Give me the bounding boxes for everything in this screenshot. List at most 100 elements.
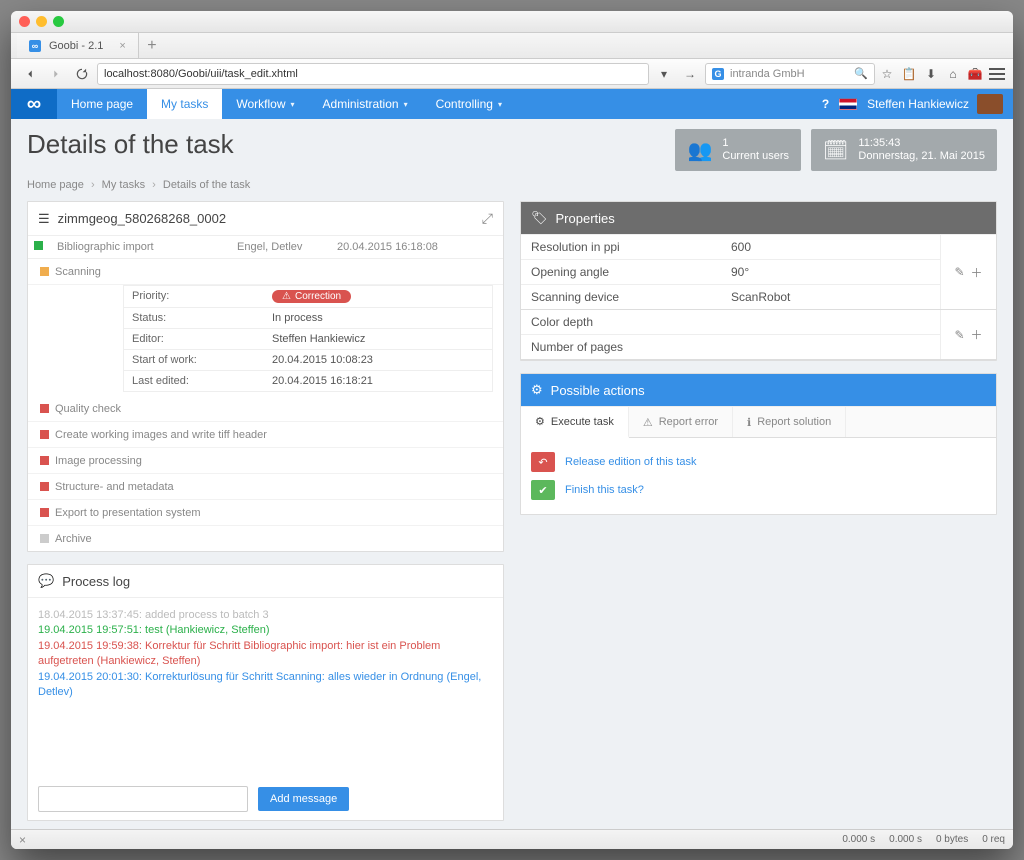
warning-icon: ⚠	[643, 416, 653, 429]
current-users-box: 👥 1Current users	[675, 129, 801, 171]
task-step-item: Export to presentation system	[28, 500, 503, 526]
bookmark-icon[interactable]: ☆	[879, 66, 895, 82]
toolbox-icon[interactable]: 🧰	[967, 66, 983, 82]
avatar	[977, 94, 1003, 114]
info-icon: ℹ	[747, 416, 751, 429]
edit-icon[interactable]: ✎	[954, 328, 964, 342]
window-close[interactable]	[19, 16, 30, 27]
search-engine-icon: G	[712, 68, 724, 80]
property-row: Scanning deviceScanRobot	[521, 285, 940, 309]
add-icon[interactable]: ＋	[971, 326, 983, 343]
nav-workflow[interactable]: Workflow▾	[222, 89, 308, 119]
status-square-icon	[40, 534, 49, 543]
collapse-icon[interactable]: ⤢	[482, 210, 493, 227]
properties-panel: 🏷 Properties Resolution in ppi600Opening…	[520, 201, 997, 361]
forward-button[interactable]	[45, 63, 67, 85]
tag-icon: 🏷	[531, 210, 548, 226]
browser-toolbar: ▾ → G intranda GmbH 🔍 ☆ 📋 ⬇ ⌂ 🧰	[11, 59, 1013, 89]
chat-icon: 💬	[38, 573, 54, 589]
log-line: 19.04.2015 19:59:38: Korrektur für Schri…	[38, 639, 493, 670]
users-icon: 👥	[687, 138, 712, 163]
crumb-mytasks[interactable]: My tasks	[102, 179, 145, 191]
properties-title: Properties	[556, 211, 615, 226]
page-title: Details of the task	[27, 129, 665, 160]
dropdown-icon[interactable]: ▾	[653, 63, 675, 85]
crumb-home[interactable]: Home page	[27, 179, 84, 191]
status-square-icon	[40, 404, 49, 413]
language-flag-icon[interactable]	[839, 98, 857, 110]
go-button[interactable]: →	[679, 63, 701, 85]
log-line: 18.04.2015 13:37:45: added process to ba…	[38, 608, 493, 623]
action-release[interactable]: ↶ Release edition of this task	[531, 448, 986, 476]
calendar-icon: 🗓	[823, 138, 848, 163]
crumb-current: Details of the task	[163, 179, 250, 191]
nav-admin[interactable]: Administration▾	[309, 89, 422, 119]
status-square-icon	[40, 482, 49, 491]
window-minimize[interactable]	[36, 16, 47, 27]
action-finish[interactable]: ✔ Finish this task?	[531, 476, 986, 504]
favicon-icon: ∞	[29, 40, 41, 52]
top-nav: ∞ Home page My tasks Workflow▾ Administr…	[11, 89, 1013, 119]
task-panel-title: zimmgeog_580268268_0002	[58, 211, 226, 226]
check-icon: ✔	[531, 480, 555, 500]
status-metric: 0.000 s	[889, 834, 922, 845]
browser-tabbar: ∞ Goobi - 2.1 × +	[11, 33, 1013, 59]
browser-tab[interactable]: ∞ Goobi - 2.1 ×	[17, 33, 139, 58]
gear-icon: ⚙	[531, 382, 543, 398]
task-panel: ☰ zimmgeog_580268268_0002 ⤢ Bibliographi…	[27, 201, 504, 552]
tab-report-solution[interactable]: ℹReport solution	[733, 407, 846, 437]
search-box[interactable]: G intranda GmbH 🔍	[705, 63, 875, 85]
actions-panel: ⚙ Possible actions ⚙Execute task ⚠Report…	[520, 373, 997, 515]
task-step-item: Image processing	[28, 448, 503, 474]
edit-icon[interactable]: ✎	[954, 265, 964, 279]
url-input[interactable]	[97, 63, 649, 85]
user-menu[interactable]: Steffen Hankiewicz	[867, 94, 1003, 114]
help-icon[interactable]: ?	[822, 97, 829, 111]
task-step-item: Quality check	[28, 396, 503, 422]
status-metric: 0 req	[982, 834, 1005, 845]
correction-badge: ⚠Correction	[272, 290, 351, 303]
undo-icon: ↶	[531, 452, 555, 472]
back-button[interactable]	[19, 63, 41, 85]
nav-controlling[interactable]: Controlling▾	[422, 89, 516, 119]
tab-report-error[interactable]: ⚠Report error	[629, 407, 733, 437]
status-square-icon	[40, 267, 49, 276]
datetime-box: 🗓 11:35:43Donnerstag, 21. Mai 2015	[811, 129, 997, 171]
list-icon: ☰	[38, 211, 50, 227]
add-message-button[interactable]: Add message	[258, 787, 349, 811]
status-square-icon	[34, 241, 43, 250]
new-tab-button[interactable]: +	[139, 33, 165, 58]
property-row: Opening angle90°	[521, 260, 940, 285]
app-logo[interactable]: ∞	[11, 89, 57, 119]
tab-execute[interactable]: ⚙Execute task	[521, 407, 629, 438]
status-square-icon	[40, 430, 49, 439]
breadcrumb: Home page › My tasks › Details of the ta…	[11, 175, 1013, 201]
task-step-item: Create working images and write tiff hea…	[28, 422, 503, 448]
add-icon[interactable]: ＋	[971, 264, 983, 281]
property-row: Resolution in ppi600	[521, 235, 940, 260]
window-maximize[interactable]	[53, 16, 64, 27]
clipboard-icon[interactable]: 📋	[901, 66, 917, 82]
tab-title: Goobi - 2.1	[49, 40, 103, 52]
warning-icon: ⚠	[282, 291, 291, 302]
log-line: 19.04.2015 20:01:30: Korrekturlösung für…	[38, 670, 493, 701]
username: Steffen Hankiewicz	[867, 97, 969, 111]
reload-button[interactable]	[71, 63, 93, 85]
nav-home[interactable]: Home page	[57, 89, 147, 119]
property-row: Number of pages	[521, 335, 940, 359]
nav-mytasks[interactable]: My tasks	[147, 89, 222, 119]
download-icon[interactable]: ⬇	[923, 66, 939, 82]
statusbar-close-icon[interactable]: ×	[19, 833, 26, 847]
task-detail-table: Priority:⚠Correction Status:In process E…	[123, 285, 493, 392]
gear-icon: ⚙	[535, 415, 545, 428]
status-metric: 0.000 s	[842, 834, 875, 845]
property-row: Color depth	[521, 310, 940, 335]
home-icon[interactable]: ⌂	[945, 66, 961, 82]
status-square-icon	[40, 508, 49, 517]
log-message-input[interactable]	[38, 786, 248, 812]
menu-icon[interactable]	[989, 66, 1005, 82]
search-placeholder: intranda GmbH	[730, 68, 805, 80]
log-title: Process log	[62, 574, 130, 589]
tab-close-icon[interactable]: ×	[119, 40, 125, 52]
status-square-icon	[40, 456, 49, 465]
